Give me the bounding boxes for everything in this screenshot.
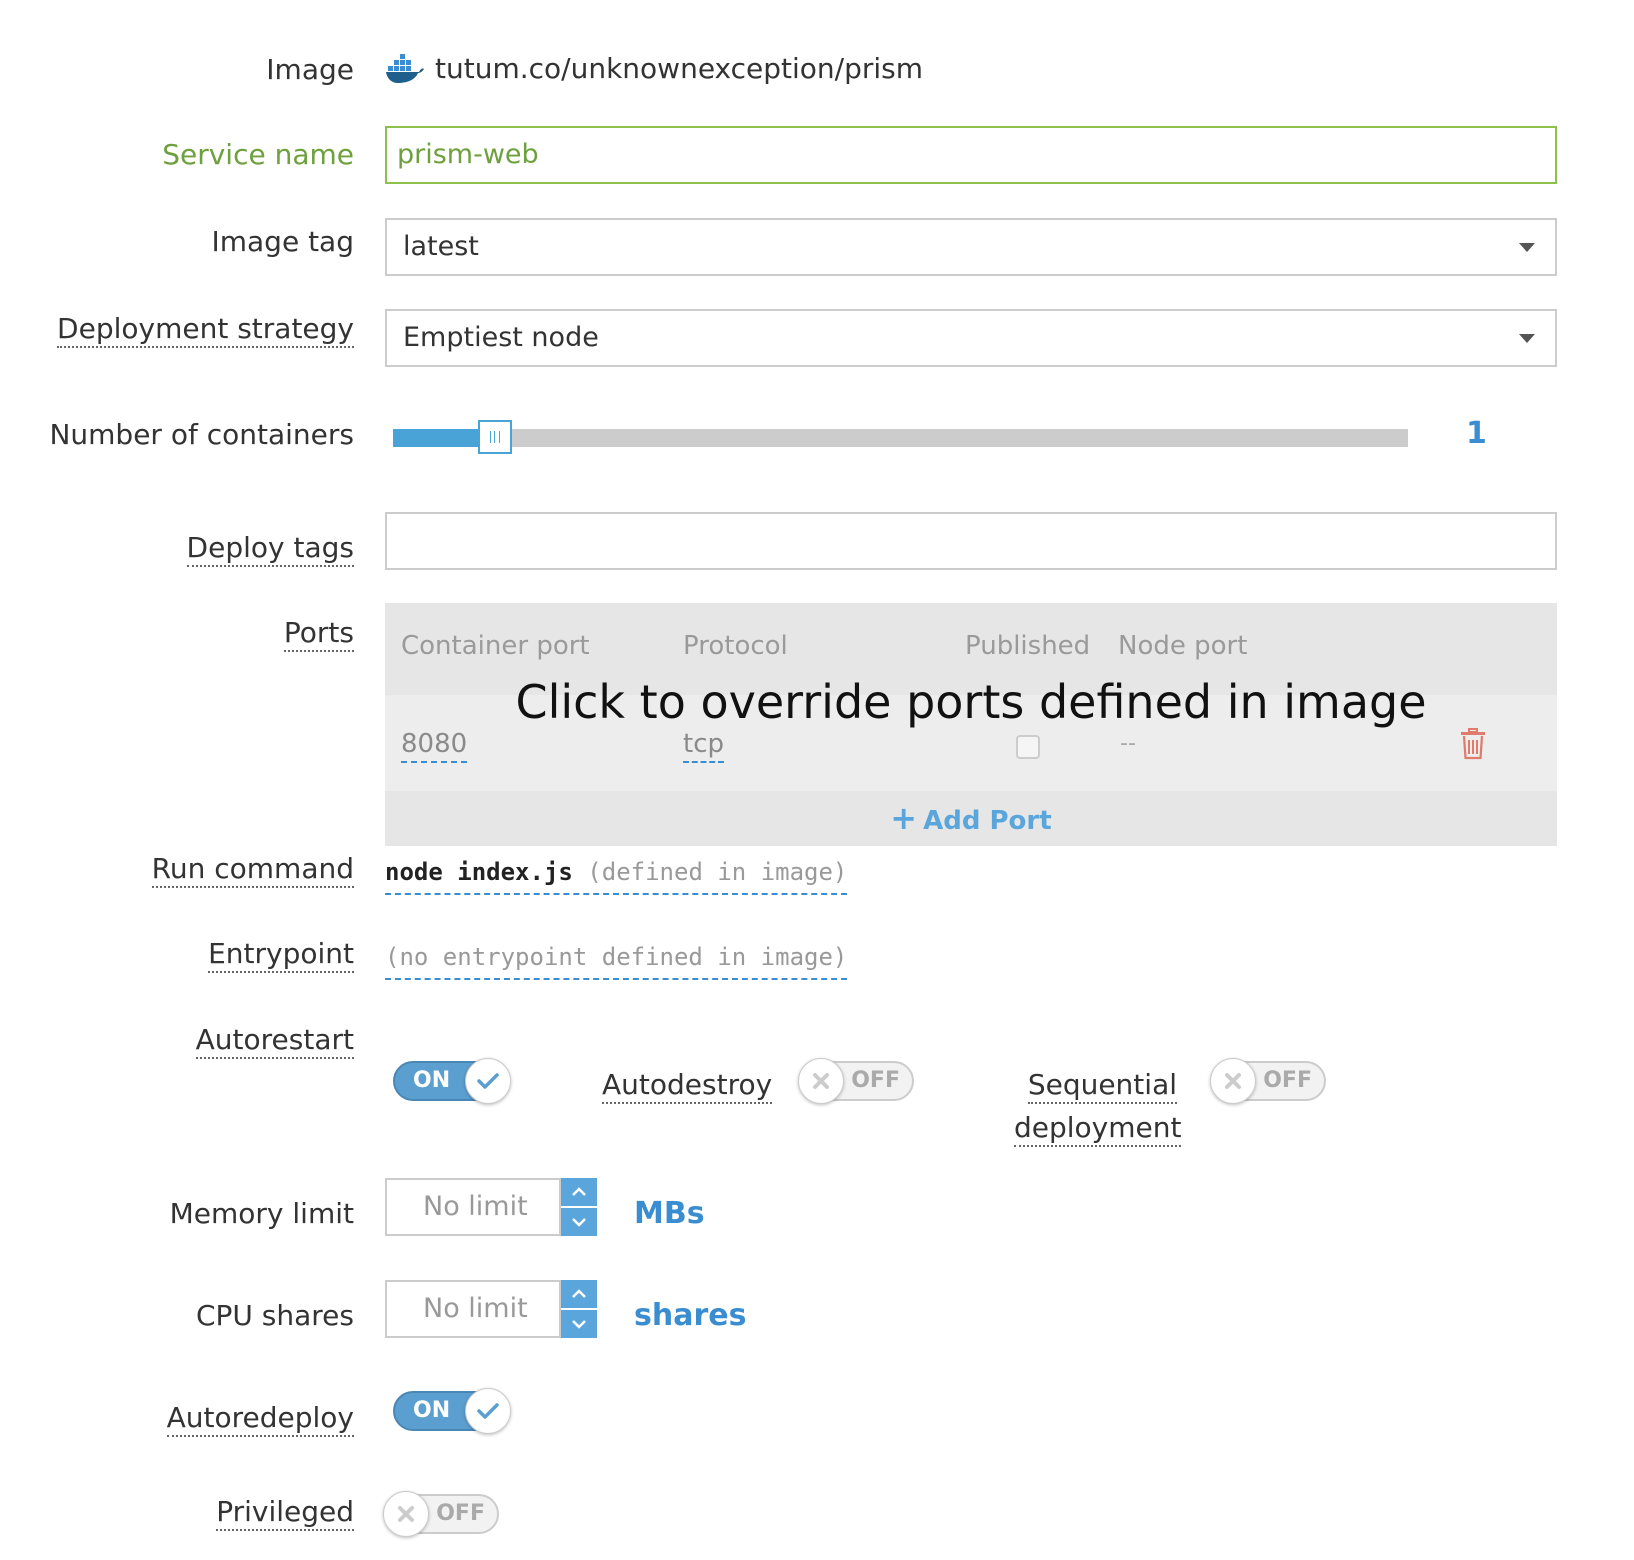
image-label: Image [266,53,354,86]
col-container-port: Container port [401,631,590,661]
deploy-tags-label[interactable]: Deploy tags [186,530,354,567]
add-port-button[interactable]: + Add Port [385,791,1557,846]
trash-icon[interactable] [1459,728,1487,760]
ports-label[interactable]: Ports [283,615,354,652]
cpu-shares-stepper[interactable]: No limit [385,1280,597,1338]
cpu-unit: shares [634,1298,747,1333]
service-name-label: Service name [162,138,354,171]
chevron-down-icon [1519,334,1535,343]
chevron-up-icon[interactable] [571,1288,587,1300]
add-port-label: Add Port [923,806,1052,836]
run-command-label[interactable]: Run command [151,851,354,888]
ports-table[interactable]: Container port Protocol Published Node p… [385,603,1557,846]
toggle-state: ON [413,1398,451,1423]
run-command-note: (defined in image) [587,858,848,886]
memory-limit-label: Memory limit [169,1197,354,1230]
image-tag-label: Image tag [211,225,354,258]
privileged-label[interactable]: Privileged [216,1494,354,1531]
toggle-state: OFF [851,1068,900,1093]
cpu-shares-label: CPU shares [195,1299,354,1332]
entrypoint-label[interactable]: Entrypoint [208,936,354,973]
container-port-value[interactable]: 8080 [401,729,468,763]
entrypoint-note: (no entrypoint defined in image) [385,943,848,971]
col-node-port: Node port [1118,631,1248,661]
autorestart-label[interactable]: Autorestart [195,1022,354,1059]
toggle-state: OFF [1263,1068,1312,1093]
slider-handle[interactable] [478,420,512,454]
autoredeploy-label[interactable]: Autoredeploy [166,1400,354,1437]
protocol-value[interactable]: tcp [683,729,724,763]
plus-icon: + [890,799,918,837]
memory-limit-buttons[interactable] [561,1178,597,1236]
run-command-text: node index.js [385,858,573,886]
containers-label: Number of containers [49,418,354,451]
autodestroy-toggle[interactable]: OFF [798,1058,914,1104]
col-published: Published [965,631,1091,661]
deployment-strategy-value: Emptiest node [403,322,599,353]
autodestroy-label[interactable]: Autodestroy [602,1067,773,1104]
memory-limit-stepper[interactable]: No limit [385,1178,597,1236]
privileged-toggle[interactable]: OFF [383,1491,499,1537]
chevron-down-icon [1519,243,1535,252]
chevron-down-icon[interactable] [571,1318,587,1330]
sequential-toggle[interactable]: OFF [1210,1058,1326,1104]
close-icon [383,1491,429,1537]
image-tag-select[interactable]: latest [385,218,1557,276]
memory-limit-input[interactable]: No limit [385,1178,561,1236]
cpu-shares-buttons[interactable] [561,1280,597,1338]
containers-value: 1 [1466,416,1487,451]
chevron-down-icon[interactable] [571,1216,587,1228]
deploy-tags-input[interactable] [385,512,1557,570]
published-checkbox[interactable] [1016,735,1040,759]
autoredeploy-toggle[interactable]: ON [393,1388,511,1434]
toggle-state: OFF [436,1501,485,1526]
docker-whale-icon [386,53,424,83]
grip-icon [490,431,500,443]
image-tag-value: latest [403,231,479,262]
check-icon [465,1388,511,1434]
deployment-strategy-select[interactable]: Emptiest node [385,309,1557,367]
close-icon [798,1058,844,1104]
service-name-input[interactable]: prism-web [385,126,1557,184]
image-name: tutum.co/unknownexception/prism [435,52,924,85]
sequential-label[interactable]: Sequential [1014,1067,1177,1104]
cpu-shares-input[interactable]: No limit [385,1280,561,1338]
check-icon [465,1058,511,1104]
containers-slider[interactable] [393,420,1408,454]
entrypoint-value[interactable]: (no entrypoint defined in image) [385,942,848,980]
close-icon [1210,1058,1256,1104]
image-row: tutum.co/unknownexception/prism [385,52,923,85]
chevron-up-icon[interactable] [571,1186,587,1198]
sequential-label-line2[interactable]: deployment [1014,1110,1182,1147]
toggle-state: ON [413,1068,451,1093]
memory-unit: MBs [634,1196,705,1231]
col-protocol: Protocol [683,631,788,661]
ports-override-overlay[interactable]: Click to override ports defined in image [385,675,1557,729]
deployment-strategy-label[interactable]: Deployment strategy [57,311,354,348]
node-port-value: -- [1120,731,1136,756]
autorestart-toggle[interactable]: ON [393,1058,511,1104]
run-command-value[interactable]: node index.js (defined in image) [385,857,848,895]
